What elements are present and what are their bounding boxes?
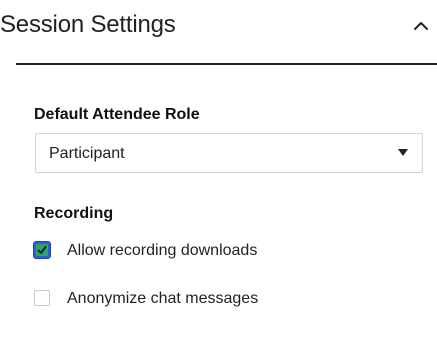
session-settings-panel: Session Settings Default Attendee Role P… bbox=[0, 0, 437, 348]
anonymize-chat-label: Anonymize chat messages bbox=[67, 290, 259, 307]
recording-label: Recording bbox=[34, 205, 114, 222]
next-section-label-cutoff bbox=[34, 340, 154, 348]
default-role-value: Participant bbox=[49, 145, 125, 162]
chevron-up-icon bbox=[414, 22, 428, 30]
header-divider bbox=[16, 63, 437, 65]
default-role-select[interactable]: Participant bbox=[35, 133, 423, 173]
anonymize-chat-checkbox[interactable] bbox=[34, 290, 50, 306]
checkmark-icon bbox=[37, 246, 47, 254]
collapse-button[interactable] bbox=[409, 14, 433, 38]
allow-recording-downloads-checkbox[interactable] bbox=[33, 241, 51, 259]
section-title: Session Settings bbox=[0, 11, 176, 38]
section-header[interactable]: Session Settings bbox=[0, 0, 437, 64]
allow-recording-downloads-label: Allow recording downloads bbox=[67, 242, 258, 259]
caret-down-icon bbox=[398, 149, 408, 156]
default-role-label: Default Attendee Role bbox=[34, 106, 200, 123]
